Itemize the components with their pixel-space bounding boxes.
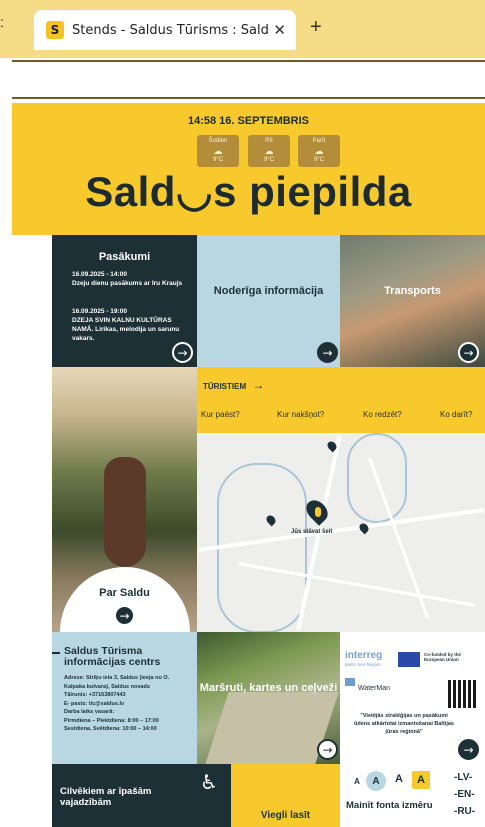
lang-ru[interactable]: -RU- [454, 806, 475, 817]
about-label: Par Saldu [99, 587, 150, 599]
nav-link-do[interactable]: Ko darīt? [440, 410, 472, 419]
interreg-logo: interreg [345, 650, 383, 661]
event-date: 16.09.2025 - 14:00 [72, 271, 127, 278]
arrow-right-icon[interactable]: → [317, 342, 338, 363]
easy-read-label: Viegli lasīt [260, 810, 311, 821]
arrow-right-icon: → [252, 378, 265, 392]
cloud-sun-icon: ☁ [264, 146, 274, 156]
fountain-sculpture [104, 457, 146, 567]
event-item[interactable]: 16.09.2025 - 14:00 Dzeju dienu pasākums … [72, 270, 194, 288]
event-item[interactable]: 16.09.2025 - 19:00 DZEJA SVIN KALNU KULT… [72, 307, 194, 343]
browser-tabbar: : S Stends - Saldus Tūrisms : Saldus ✕ + [0, 0, 485, 58]
font-size-medium-button[interactable]: A [366, 771, 386, 791]
accessibility-label: Cilvēkiem ar īpašām vajadzībām [60, 786, 152, 808]
arrow-right-icon[interactable]: → [317, 739, 338, 760]
waterman-icon [345, 678, 355, 686]
date-time: 14:58 16. SEPTEMBRIS [187, 115, 310, 127]
tic-phone: Tālrunis: +37163807443 [64, 692, 126, 698]
weather-temp: 9°C [313, 157, 325, 163]
weather-day-label: Parīt [312, 138, 326, 144]
interreg-tile[interactable]: interreg Baltic Sea Region Co-funded by … [340, 632, 485, 764]
language-switcher: -LV- -EN- -RU- [450, 764, 485, 827]
cloud-sun-icon: ☁ [314, 146, 324, 156]
tic-address: Adrese: Striķu iela 3, Saldus (ieeja no … [64, 675, 170, 681]
events-title: Pasākumi [98, 251, 151, 263]
routes-tile[interactable]: Maršruti, kartes un ceļveži → [197, 632, 340, 764]
accessibility-tile[interactable]: Cilvēkiem ar īpašām vajadzībām ♿ [52, 764, 231, 827]
close-tab-icon[interactable]: ✕ [273, 21, 286, 39]
previous-tab-fragment[interactable]: : [0, 14, 10, 44]
event-text: Dzeju dienu pasākums ar Iru Kraujs [72, 280, 183, 287]
tic-hours-title: Darba laiks vasarā: [64, 709, 115, 715]
site-favicon-icon: S [46, 21, 64, 39]
tic-tile: Saldus Tūrisma informācijas centrs Adres… [52, 632, 197, 764]
weather-temp: 9°C [212, 157, 224, 163]
nav-link-eat[interactable]: Kur paēst? [201, 410, 240, 419]
font-size-contrast-button[interactable]: A [412, 771, 430, 789]
lang-lv[interactable]: -LV- [454, 772, 472, 783]
divider-line [12, 60, 485, 62]
font-size-tile: A A A A Mainīt fonta izmēru [340, 764, 450, 827]
tic-hours-weekend: Sestdiena, Svētdiena: 10:00 – 14:00 [64, 726, 157, 732]
easy-read-tile[interactable]: Viegli lasīt [231, 764, 340, 827]
eu-cofunded-text: Co-funded by the European Union [424, 652, 461, 662]
site-header: 14:58 16. SEPTEMBRIS Šodien ☁ 9°C Rīt ☁ … [12, 103, 485, 235]
tic-details: Adrese: Striķu iela 3, Saldus (ieeja no … [64, 674, 194, 734]
tic-title: Saldus Tūrisma informācijas centrs [64, 646, 160, 668]
weather-today: Šodien ☁ 9°C [197, 135, 239, 167]
tab-title: Stends - Saldus Tūrisms : Saldus [72, 22, 270, 38]
interreg-caption: "Vietējās stratēģijas un pasākumi ūdens … [354, 713, 454, 735]
eu-flag-icon [398, 652, 420, 667]
event-text: DZEJA SVIN KALNU KULTŪRAS NAMĀ. Lirikas,… [72, 317, 180, 342]
arrow-right-icon[interactable]: → [458, 739, 479, 760]
browser-tab-active[interactable]: S Stends - Saldus Tūrisms : Saldus ✕ [34, 10, 296, 50]
transport-tile[interactable]: Transports → [340, 235, 485, 367]
event-date: 16.09.2025 - 19:00 [72, 308, 127, 315]
about-saldus-tile[interactable]: Par Saldu → [52, 367, 197, 632]
divider-line [12, 97, 485, 99]
brand-logo: Sald◡s piepilda [85, 168, 412, 215]
cloud-sun-icon: ☁ [213, 146, 223, 156]
tic-address-2: Kalpaka bulvara), Saldus novads [64, 683, 150, 690]
weather-temp: 9°C [263, 157, 275, 163]
current-location-dot [315, 507, 321, 517]
tourist-nav: TŪRISTIEM → [197, 367, 485, 433]
nav-link-see[interactable]: Ko redzēt? [363, 410, 402, 419]
you-are-here-label: Jūs stāvat šeit [291, 529, 333, 535]
useful-info-tile[interactable]: Noderīga informācija → [197, 235, 340, 367]
tic-email: E- pasts: tic@saldus.lv [64, 700, 125, 707]
tourists-heading[interactable]: TŪRISTIEM → [203, 378, 264, 392]
weather-day-after: Parīt ☁ 9°C [298, 135, 340, 167]
waterman-label: WaterMan [358, 685, 391, 692]
wheelchair-icon: ♿ [200, 770, 218, 794]
routes-label: Maršruti, kartes un ceļveži [199, 682, 338, 694]
arrow-right-icon[interactable]: → [114, 605, 135, 626]
city-map[interactable]: Jūs stāvat šeit [197, 433, 485, 632]
qr-code-icon[interactable] [448, 680, 476, 708]
transport-label: Transports [384, 285, 441, 297]
interreg-subline: Baltic Sea Region [345, 662, 381, 667]
weather-day-label: Rīt [265, 138, 273, 144]
nav-link-stay[interactable]: Kur nakšņot? [277, 410, 324, 419]
kiosk-screen: : S Stends - Saldus Tūrisms : Saldus ✕ +… [0, 0, 485, 827]
font-size-large-button[interactable]: A [390, 771, 408, 787]
new-tab-button[interactable]: + [310, 16, 322, 39]
arrow-right-icon[interactable]: → [172, 342, 193, 363]
tic-hours-weekdays: Pirmdiena – Piektdiena: 8:00 – 17:00 [64, 717, 159, 724]
dash-marker [52, 652, 60, 654]
lang-en[interactable]: -EN- [454, 789, 475, 800]
arrow-right-icon[interactable]: → [458, 342, 479, 363]
events-tile[interactable]: Pasākumi 16.09.2025 - 14:00 Dzeju dienu … [52, 235, 197, 367]
weather-tomorrow: Rīt ☁ 9°C [248, 135, 290, 167]
font-size-small-button[interactable]: A [348, 773, 366, 789]
tic-title-line2: informācijas centrs [64, 656, 161, 668]
font-size-label: Mainīt fonta izmēru [346, 800, 433, 811]
tourists-heading-label: TŪRISTIEM [203, 382, 247, 391]
useful-info-label: Noderīga informācija [213, 285, 324, 297]
weather-day-label: Šodien [208, 138, 228, 144]
